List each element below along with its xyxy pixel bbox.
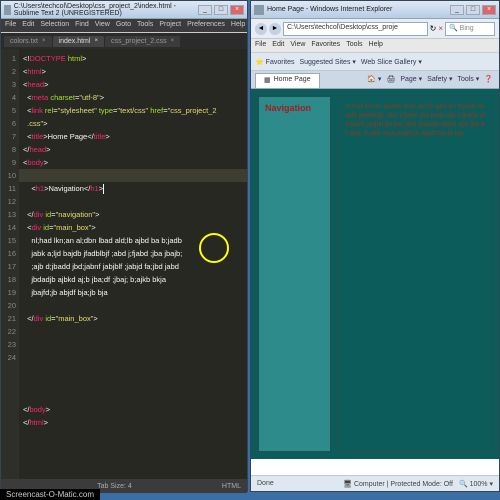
close-button[interactable]: × [230, 5, 244, 15]
editor-tab[interactable]: css_project_2.css× [105, 36, 180, 47]
menu-project[interactable]: Project [159, 21, 181, 30]
toolbar-item[interactable]: 🖨 [386, 75, 395, 86]
ie-statusbar: Done 🖥 Computer | Protected Mode: Off 🔍 … [251, 475, 499, 491]
forward-button[interactable]: ► [269, 23, 281, 35]
menu-tools[interactable]: Tools [137, 21, 153, 30]
sublime-titlebar[interactable]: C:\Users\techcol\Desktop\css_project_2\i… [1, 1, 247, 19]
stop-button[interactable]: × [438, 24, 443, 33]
nav-heading: Navigation [265, 103, 311, 113]
refresh-button[interactable]: ↻ [430, 24, 437, 33]
sublime-tabs: colors.txt×index.html×css_project_2.css× [1, 33, 247, 49]
ie-command-bar: 🏠 ▾ 🖨 Page ▾ Safety ▾ Tools ▾ ❓ [365, 73, 495, 88]
page-navigation-box: Navigation [257, 95, 332, 453]
status-done: Done [257, 480, 274, 487]
ie-title: Home Page - Windows Internet Explorer [267, 6, 392, 13]
minimize-button[interactable]: _ [198, 5, 212, 15]
menu-find[interactable]: Find [75, 21, 89, 30]
menu-tools[interactable]: Tools [346, 41, 362, 50]
menu-help[interactable]: Help [231, 21, 245, 30]
menu-goto[interactable]: Goto [116, 21, 131, 30]
editor-tab[interactable]: colors.txt× [4, 36, 52, 47]
syntax-mode[interactable]: HTML [222, 480, 241, 493]
toolbar-item[interactable]: Tools ▾ [457, 75, 479, 86]
ie-favorites-bar: ⭐ Favorites Suggested Sites ▾ Web Slice … [251, 53, 499, 71]
suggested-sites[interactable]: Suggested Sites ▾ [299, 58, 355, 66]
menu-view[interactable]: View [290, 41, 305, 50]
close-button[interactable]: × [482, 5, 496, 15]
maximize-button[interactable]: □ [214, 5, 228, 15]
browser-tab[interactable]: ▦ Home Page [255, 73, 320, 88]
code-content[interactable]: <!DOCTYPE html><html><head> <meta charse… [19, 49, 247, 493]
toolbar-item[interactable]: Page ▾ [400, 75, 422, 86]
ie-window: Home Page - Windows Internet Explorer _ … [250, 0, 500, 492]
watermark: Screencast-O-Matic.com [0, 489, 100, 500]
menu-help[interactable]: Help [369, 41, 383, 50]
maximize-button[interactable]: □ [466, 5, 480, 15]
rendered-page: Navigation nl;had lkn;an al;dbn lbad ald… [251, 89, 499, 459]
editor-tab[interactable]: index.html× [53, 36, 104, 47]
back-button[interactable]: ◄ [255, 23, 267, 35]
web-slice[interactable]: Web Slice Gallery ▾ [361, 58, 422, 66]
page-icon: ▦ [264, 76, 271, 86]
menu-selection[interactable]: Selection [40, 21, 69, 30]
close-tab-icon[interactable]: × [94, 38, 98, 44]
favorites-button[interactable]: ⭐ Favorites [255, 58, 294, 66]
url-input[interactable]: C:\Users\techcol\Desktop\css_proje [283, 22, 428, 36]
page-main-box: nl;had lkn;an al;dbn lbad ald;lb ajbd ba… [338, 95, 493, 453]
search-input[interactable]: 🔍 Bing [445, 22, 495, 36]
code-editor[interactable]: 123456789101112131415161718192021222324 … [1, 49, 247, 493]
toolbar-item[interactable]: 🏠 ▾ [367, 75, 381, 86]
toolbar-item[interactable]: ❓ [484, 75, 493, 86]
toolbar-item[interactable]: Safety ▾ [427, 75, 452, 86]
line-gutter: 123456789101112131415161718192021222324 [1, 49, 19, 493]
minimize-button[interactable]: _ [450, 5, 464, 15]
menu-view[interactable]: View [95, 21, 110, 30]
zoom-level[interactable]: 🔍 100% ▾ [459, 480, 493, 488]
current-line-highlight [19, 169, 247, 182]
menu-preferences[interactable]: Preferences [187, 21, 225, 30]
ie-icon [254, 5, 264, 15]
tab-size[interactable]: Tab Size: 4 [97, 480, 132, 493]
ie-tabs: ▦ Home Page 🏠 ▾ 🖨 Page ▾ Safety ▾ Tools ▾ ❓ [251, 71, 499, 89]
window-controls: _ □ × [450, 5, 496, 15]
close-tab-icon[interactable]: × [171, 38, 175, 44]
sublime-icon [4, 5, 11, 15]
ie-titlebar[interactable]: Home Page - Windows Internet Explorer _ … [251, 1, 499, 19]
ie-menu[interactable]: File Edit View Favorites Tools Help [251, 39, 499, 53]
menu-file[interactable]: File [255, 41, 266, 50]
menu-edit[interactable]: Edit [272, 41, 284, 50]
window-controls: _ □ × [198, 5, 244, 15]
menu-file[interactable]: File [5, 21, 16, 30]
protected-mode[interactable]: 🖥 Computer | Protected Mode: Off [343, 480, 453, 488]
menu-favorites[interactable]: Favorites [311, 41, 340, 50]
sublime-title: C:\Users\techcol\Desktop\css_project_2\i… [14, 3, 198, 17]
sublime-menu[interactable]: File Edit Selection Find View Goto Tools Projec… [1, 19, 247, 33]
ie-address-bar: ◄ ► C:\Users\techcol\Desktop\css_proje ↻… [251, 19, 499, 39]
menu-edit[interactable]: Edit [22, 21, 34, 30]
close-tab-icon[interactable]: × [42, 38, 46, 44]
sublime-window: C:\Users\techcol\Desktop\css_project_2\i… [0, 0, 248, 492]
